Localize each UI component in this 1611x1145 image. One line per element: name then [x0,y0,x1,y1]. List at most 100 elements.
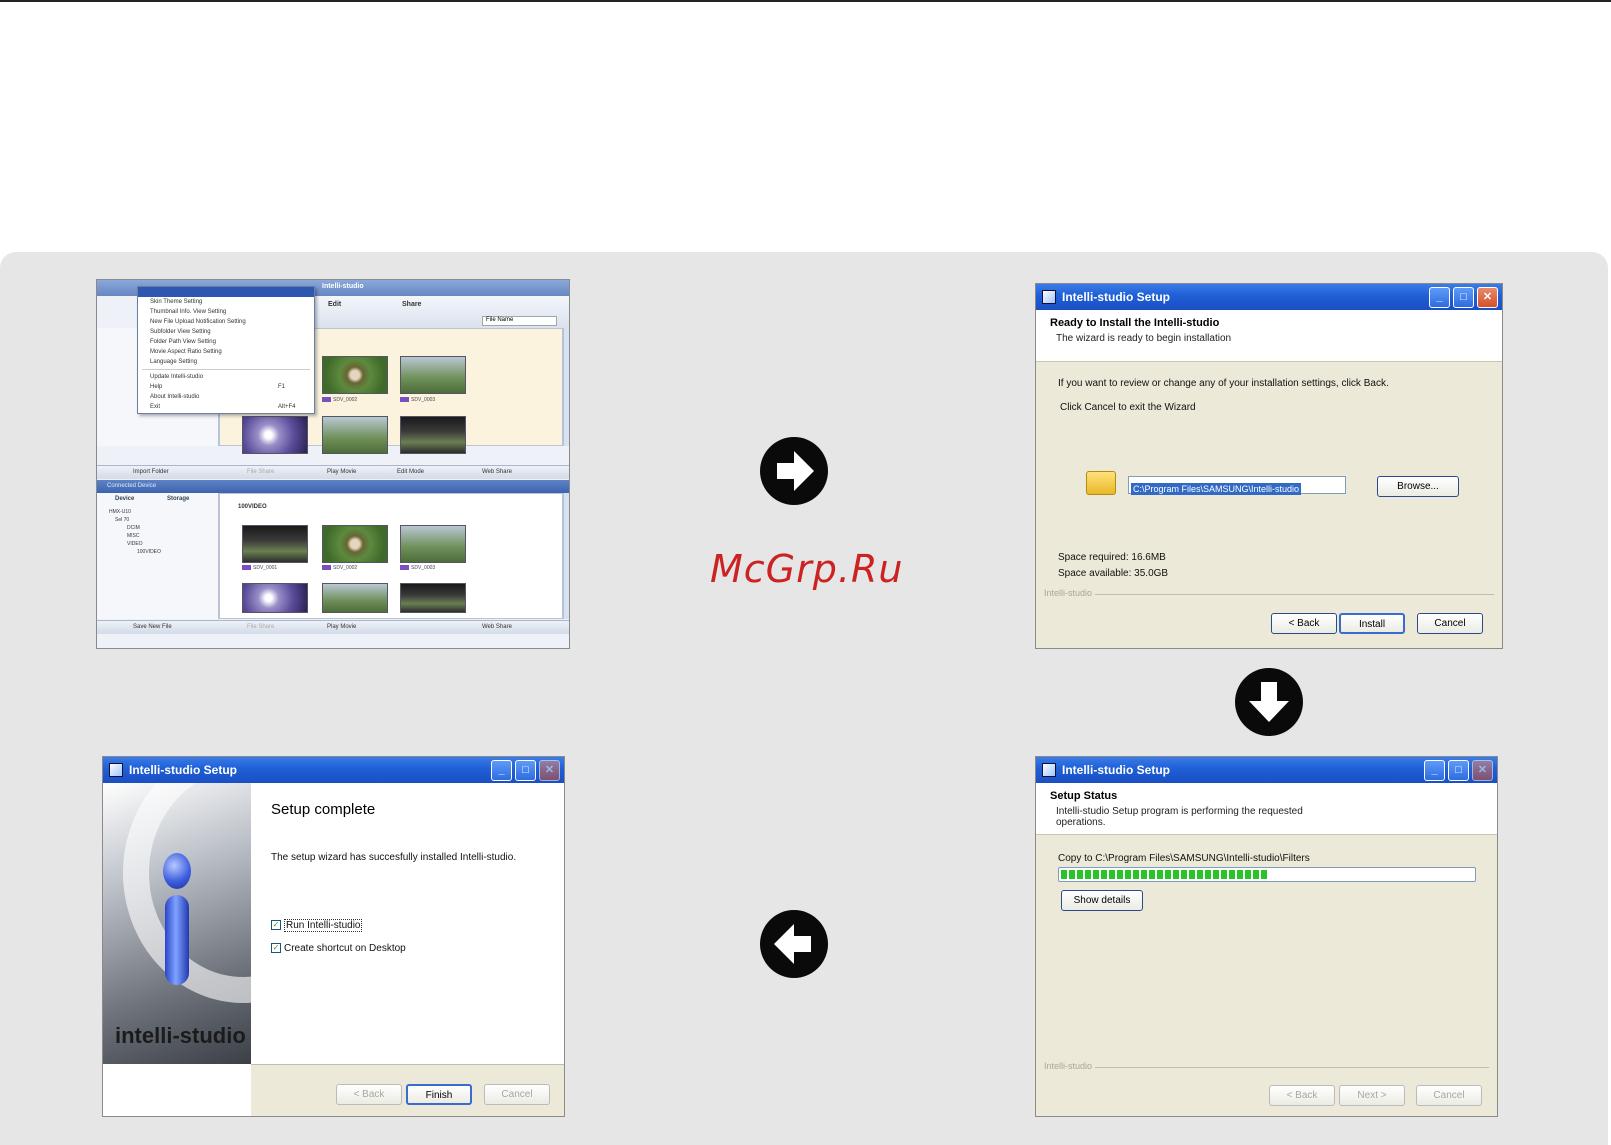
app-icon [1042,290,1056,304]
minimize-icon[interactable]: _ [1429,286,1450,308]
check-icon: ✓ [271,943,281,954]
copy-status: Copy to C:\Program Files\SAMSUNG\Intelli… [1058,853,1310,864]
menu-item[interactable]: Thumbnail Info. View Setting [138,307,314,317]
tree-item[interactable]: VIDEO [127,541,143,547]
shortcut-checkbox[interactable]: ✓ Create shortcut on Desktop [271,943,406,954]
thumbnail[interactable] [322,356,388,394]
file-share-button[interactable]: File Share [247,469,274,475]
file-share-button[interactable]: File Share [247,624,274,630]
thumbnail[interactable] [242,416,308,454]
cancel-button[interactable]: Cancel [484,1084,550,1105]
web-share-button[interactable]: Web Share [482,469,512,475]
close-icon[interactable]: ✕ [1477,286,1498,308]
top-action-bar: Import Folder File Share Play Movie Edit… [97,465,569,479]
thumbnail[interactable] [242,525,308,563]
show-details-button[interactable]: Show details [1061,890,1143,911]
close-icon[interactable]: ✕ [1472,759,1493,781]
thumbnail[interactable] [242,583,308,613]
dialog-heading: Setup Status [1050,790,1118,802]
thumb-caption: SDV_0002 [322,397,357,403]
maximize-icon[interactable]: □ [1448,759,1469,781]
menu-header [138,287,314,297]
save-new-file-button[interactable]: Save New File [133,624,172,630]
thumb-caption: SDV_0003 [400,565,435,571]
menu-item-exit: Exit [150,404,161,410]
install-button[interactable]: Install [1339,613,1405,634]
import-folder-button[interactable]: Import Folder [133,469,169,475]
info-line: If you want to review or change any of y… [1058,378,1389,389]
thumbnail[interactable] [400,525,466,563]
menu-item[interactable]: New File Upload Notification Setting [138,317,314,327]
menu-item[interactable]: Language Setting [138,357,314,367]
logo-stem [165,895,189,985]
settings-menu: Skin Theme Setting Thumbnail Info. View … [137,286,315,414]
tree-item[interactable]: HMX-U10 [109,509,131,515]
maximize-icon[interactable]: □ [515,759,536,781]
complete-dialog: Intelli-studio Setup _ □ ✕ intelli-studio … [102,756,565,1117]
thumbnail[interactable] [400,356,466,394]
menu-item[interactable]: Subfolder View Setting [138,327,314,337]
next-button[interactable]: Next > [1339,1085,1405,1106]
thumbnail[interactable] [400,416,466,454]
app-toolbar: Edit Share File Name [312,296,569,328]
menu-item-help: Help [150,384,163,390]
minimize-icon[interactable]: _ [491,759,512,781]
browse-button[interactable]: Browse... [1377,476,1459,497]
dialog-heading: Ready to Install the Intelli-studio [1050,317,1220,329]
brand-label: Intelli-studio [1044,1061,1096,1071]
finish-button[interactable]: Finish [406,1084,472,1105]
run-checkbox[interactable]: ✓ Run Intelli-studio [271,919,363,932]
menu-item[interactable]: Exit Alt+F4 [138,402,314,412]
dialog-subheading: Intelli-studio Setup program is performi… [1056,806,1303,828]
app-icon [109,763,123,777]
install-path-field[interactable]: C:\Program Files\SAMSUNG\Intelli-studio [1128,476,1346,495]
tab-storage[interactable]: Storage [167,496,189,502]
tree-item[interactable]: MISC [127,533,140,539]
tree-item[interactable]: DCIM [127,525,140,531]
back-button[interactable]: < Back [336,1084,402,1105]
thumbnail[interactable] [322,416,388,454]
dialog-title-bar: Intelli-studio Setup _ □ ✕ [1036,284,1502,310]
toolbar-share[interactable]: Share [402,301,421,308]
divider [1044,594,1494,595]
menu-item[interactable]: Help F1 [138,382,314,392]
thumbnail[interactable] [400,583,466,613]
back-button[interactable]: < Back [1271,613,1337,634]
bottom-scrollbar[interactable] [563,493,569,619]
play-movie-button[interactable]: Play Movie [327,469,356,475]
menu-item[interactable]: Update Intelli-studio [138,372,314,382]
menu-item[interactable]: Folder Path View Setting [138,337,314,347]
edit-mode-button[interactable]: Edit Mode [397,469,424,475]
toolbar-edit[interactable]: Edit [328,301,341,308]
play-movie-button[interactable]: Play Movie [327,624,356,630]
thumbnail[interactable] [322,525,388,563]
thumbnail[interactable] [322,583,388,613]
brand-logo: intelli-studio [115,1023,246,1048]
menu-item[interactable]: Skin Theme Setting [138,297,314,307]
shortcut-checkbox-label: Create shortcut on Desktop [284,943,406,954]
cancel-button[interactable]: Cancel [1416,1085,1482,1106]
dialog-title: Intelli-studio Setup [1062,290,1170,304]
close-icon[interactable]: ✕ [539,759,560,781]
minimize-icon[interactable]: _ [1424,759,1445,781]
maximize-icon[interactable]: □ [1453,286,1474,308]
top-scrollbar[interactable] [563,328,569,446]
menu-shortcut: Alt+F4 [278,404,296,410]
cancel-button[interactable]: Cancel [1417,613,1483,634]
web-share-button[interactable]: Web Share [482,624,512,630]
connected-device-bar: Connected Device [97,480,569,493]
tree-item[interactable]: Sel 70 [115,517,129,523]
menu-item[interactable]: About Intelli-studio [138,392,314,402]
top-rule [0,0,1611,2]
app-icon [1042,763,1056,777]
menu-item[interactable]: Movie Aspect Ratio Setting [138,347,314,357]
dialog-title-bar: Intelli-studio Setup _ □ ✕ [103,757,564,783]
menu-shortcut: F1 [278,384,286,390]
tab-device[interactable]: Device [115,496,134,502]
logo-dot [163,853,191,889]
tree-item[interactable]: 100VIDEO [137,549,161,555]
sort-select[interactable]: File Name [482,316,557,326]
folder-label: 100VIDEO [238,504,267,510]
dialog-header: Setup Status Intelli-studio Setup progra… [1036,783,1497,835]
back-button[interactable]: < Back [1269,1085,1335,1106]
